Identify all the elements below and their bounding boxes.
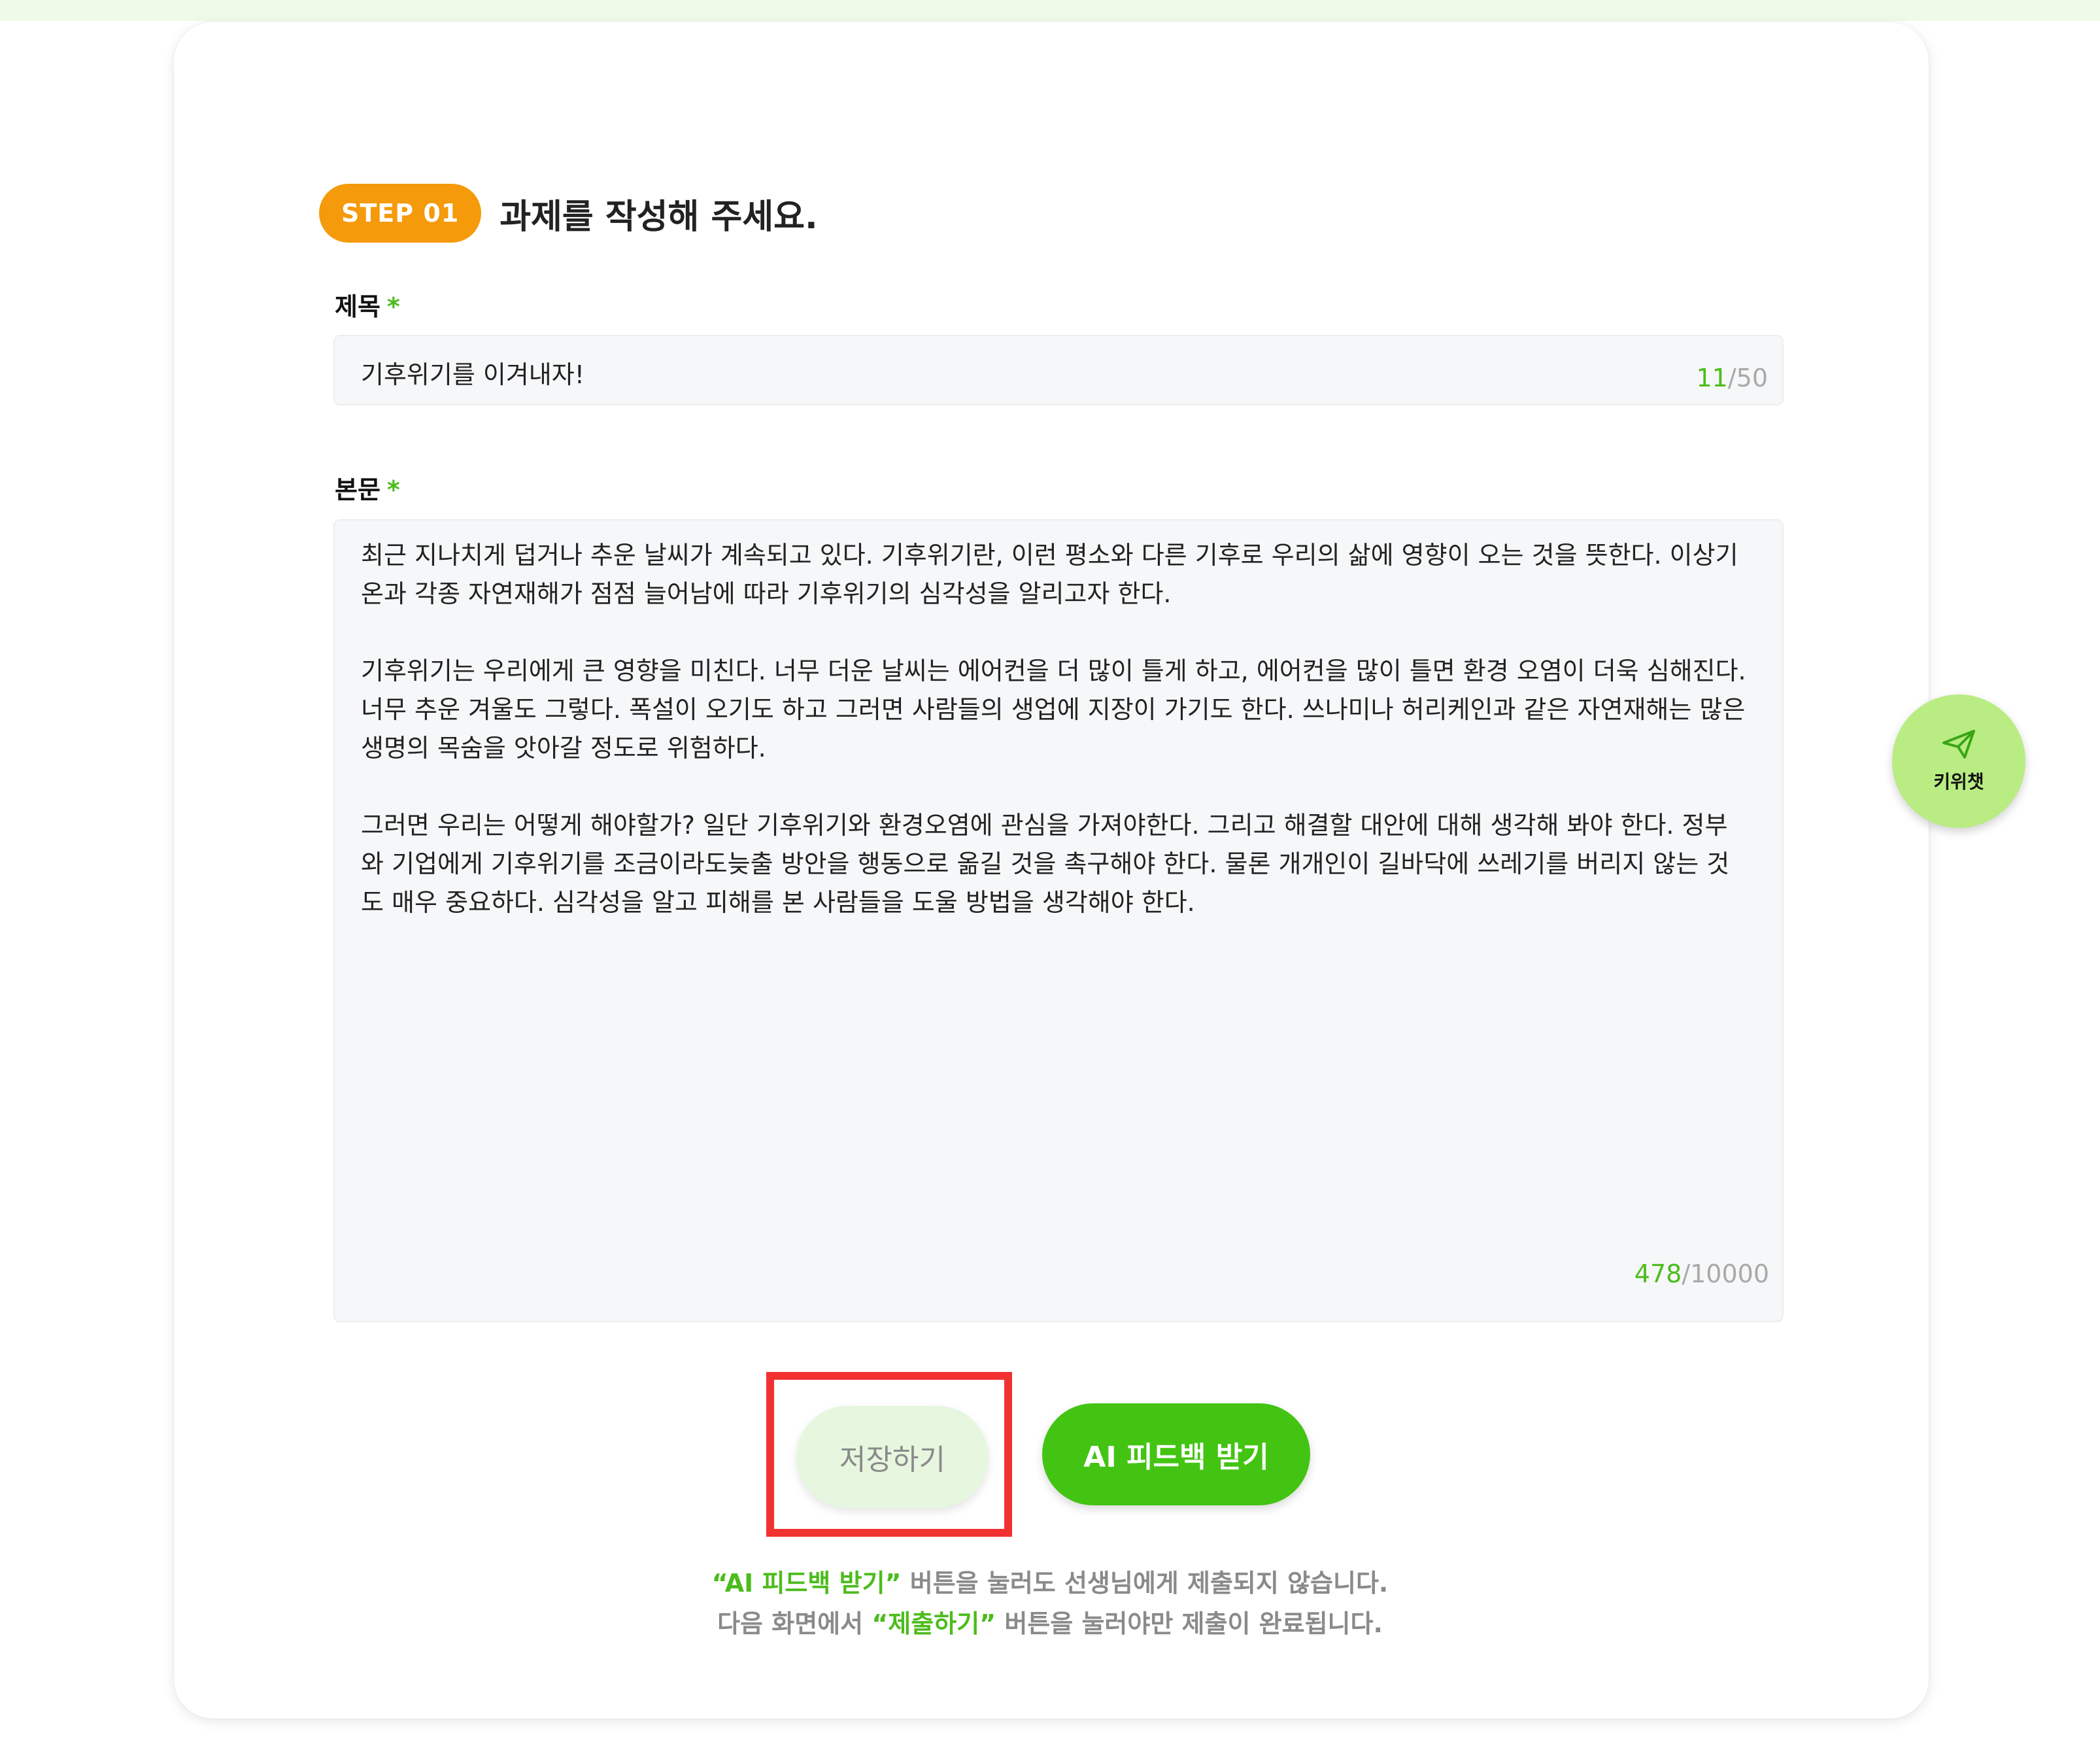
required-mark: * [386,292,400,321]
title-input-value: 기후위기를 이겨내자! [361,360,584,389]
body-label: 본문 * [335,470,400,505]
body-paragraph: 최근 지나치게 덥거나 추운 날씨가 계속되고 있다. 기후위기란, 이런 평소… [361,541,1738,608]
send-icon [1941,728,1976,762]
notice-text: 버튼을 눌러도 선생님에게 제출되지 않습니다. [901,1569,1389,1598]
title-char-count: 11 [1696,364,1728,392]
body-paragraph: 기후위기는 우리에게 큰 영향을 미친다. 너무 더운 날씨는 에어컨을 더 많… [361,657,1746,762]
title-label-text: 제목 [335,292,381,321]
body-char-max: /10000 [1682,1259,1769,1288]
body-label-text: 본문 [335,475,381,504]
kiwichat-label: 키위챗 [1933,771,1984,793]
notice-line-1: “AI 피드백 받기” 버튼을 눌러도 선생님에게 제출되지 않습니다. [0,1563,2100,1599]
title-char-counter: 11/50 [1696,364,1768,392]
body-textarea[interactable]: 최근 지나치게 덥거나 추운 날씨가 계속되고 있다. 기후위기란, 이런 평소… [333,519,1784,1322]
save-button[interactable]: 저장하기 [796,1406,989,1508]
body-char-count: 478 [1634,1259,1682,1288]
step-title: 과제를 작성해 주세요. [500,197,818,237]
top-strip [0,0,2100,21]
body-char-counter: 478/10000 [1634,1259,1769,1288]
required-mark: * [386,475,400,504]
body-paragraph: 그러면 우리는 어떻게 해야할가? 일단 기후위기와 환경오염에 관심을 가져야… [361,811,1730,917]
notice-text: 버튼을 눌러야만 제출이 완료됩니다. [996,1609,1383,1638]
title-input[interactable]: 기후위기를 이겨내자! 11/50 [333,335,1784,405]
body-text: 최근 지나치게 덥거나 추운 날씨가 계속되고 있다. 기후위기란, 이런 평소… [361,536,1747,961]
title-char-max: /50 [1727,364,1768,392]
notice-highlight: “AI 피드백 받기” [711,1569,902,1598]
notice-text: 다음 화면에서 [717,1609,872,1638]
title-label: 제목 * [335,286,400,322]
ai-feedback-button[interactable]: AI 피드백 받기 [1042,1403,1310,1505]
kiwichat-button[interactable]: 키위챗 [1892,694,2025,828]
step-header: STEP 01 과제를 작성해 주세요. [319,183,818,243]
notice-line-2: 다음 화면에서 “제출하기” 버튼을 눌러야만 제출이 완료됩니다. [0,1603,2100,1639]
notice-highlight: “제출하기” [872,1609,996,1638]
step-badge: STEP 01 [319,184,482,243]
